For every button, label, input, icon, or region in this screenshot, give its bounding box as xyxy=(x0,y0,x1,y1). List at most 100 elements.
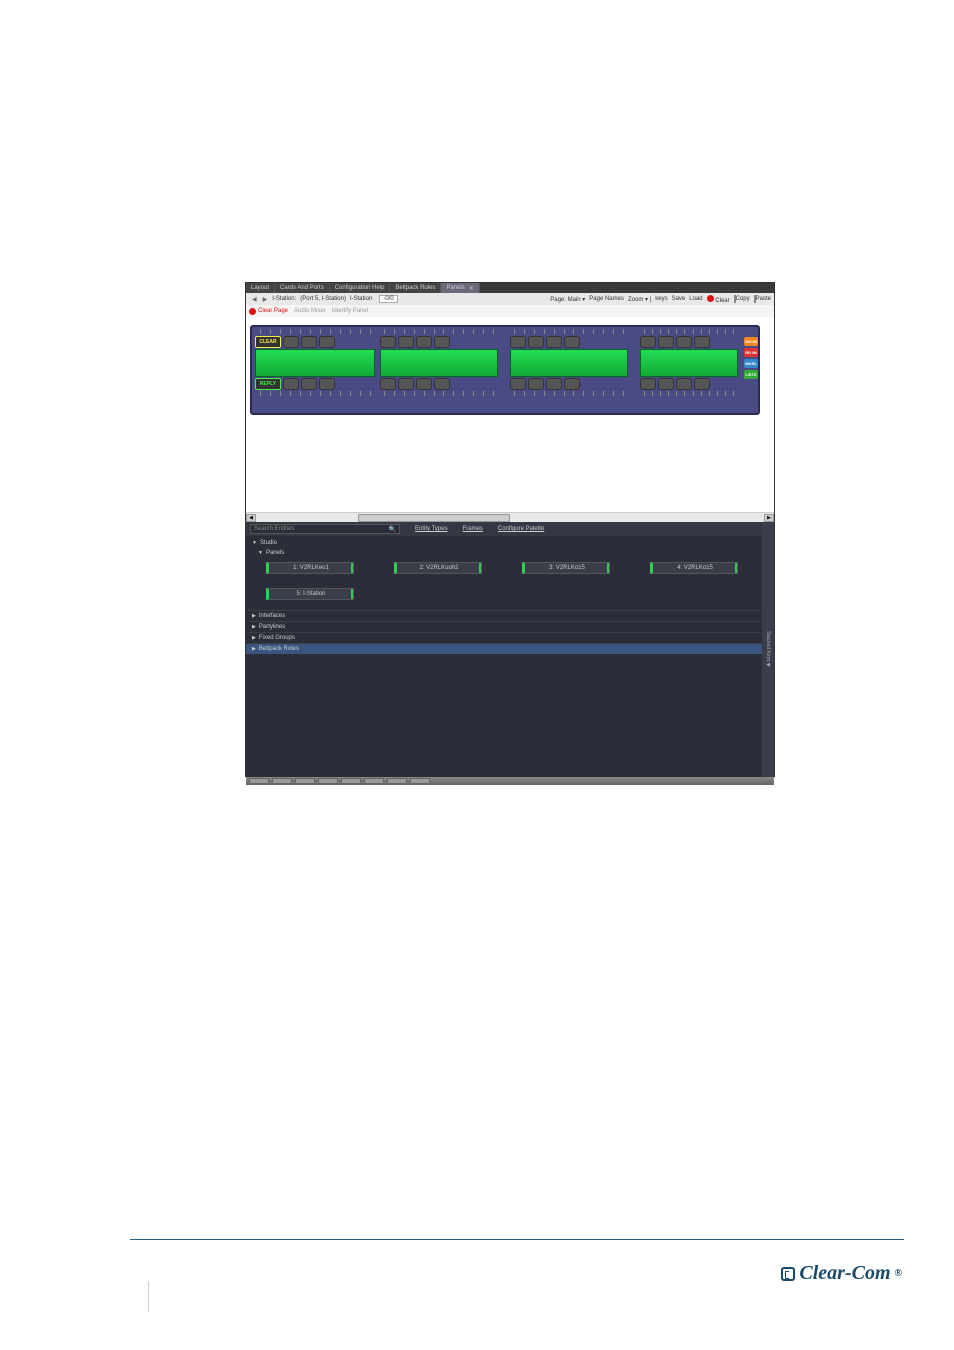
save-button[interactable]: Save xyxy=(672,296,686,302)
tab-beltpack-roles[interactable]: Beltpack Roles xyxy=(390,283,441,293)
panel-key[interactable] xyxy=(416,336,432,348)
tree-label: Fixed Groups xyxy=(259,635,295,641)
panel-key[interactable] xyxy=(676,378,692,390)
panel-key[interactable] xyxy=(380,336,396,348)
scroll-right-arrow[interactable]: ▶ xyxy=(764,514,774,522)
identify-panel-button[interactable]: Identify Panel xyxy=(332,308,368,314)
scroll-thumb[interactable] xyxy=(358,514,510,522)
tree-lower: Interfaces Partylines Fixed Groups Beltp… xyxy=(246,610,762,654)
entity-types-link[interactable]: Entity Types xyxy=(415,526,448,532)
scroll-track[interactable] xyxy=(256,514,764,522)
tab-layout[interactable]: Layout xyxy=(246,283,275,293)
palette-item-5[interactable]: 5: I-Station xyxy=(266,588,354,600)
panel-key[interactable] xyxy=(510,378,526,390)
page-names-menu[interactable]: Page Names xyxy=(589,296,624,302)
zoom-menu[interactable]: Zoom ▾ | xyxy=(628,296,651,303)
tab-config-help[interactable]: Configuration Help xyxy=(330,283,391,293)
page-side-mark xyxy=(148,1282,149,1312)
panel-key[interactable] xyxy=(694,378,710,390)
panel-key[interactable] xyxy=(546,336,562,348)
panel-key[interactable] xyxy=(694,336,710,348)
tree-beltpack-roles[interactable]: Beltpack Roles xyxy=(246,643,762,654)
panel-key[interactable] xyxy=(528,336,544,348)
tree-panels[interactable]: Panels xyxy=(246,548,762,558)
taskbar-button[interactable] xyxy=(249,778,269,784)
reply-key-label[interactable]: REPLY xyxy=(255,378,281,390)
panel-key[interactable] xyxy=(283,336,299,348)
page-index-dropdown[interactable]: - 0/0 xyxy=(379,295,397,303)
panel-key[interactable] xyxy=(434,336,450,348)
configure-palette-link[interactable]: Configure Palette xyxy=(498,526,544,532)
tick-marks xyxy=(255,329,375,335)
tree-studio[interactable]: Studio xyxy=(246,538,762,548)
breadcrumb-item-2[interactable]: (Port 5, I-Station) xyxy=(298,296,348,302)
palette-item-3[interactable]: 3: V2RLKo15 xyxy=(522,562,610,574)
palette-item-2[interactable]: 2: V2RLKuoh2 xyxy=(394,562,482,574)
search-input[interactable]: Search Entities 🔍 xyxy=(250,524,400,534)
taskbar-button[interactable] xyxy=(364,778,384,784)
caret-right-icon xyxy=(252,646,256,652)
panel-key[interactable] xyxy=(301,378,317,390)
copy-button[interactable]: Copy xyxy=(734,296,750,302)
stacked-keys-tab[interactable]: Stacked Keys ◀ xyxy=(762,522,774,777)
clear-button[interactable]: Clear xyxy=(707,295,730,304)
palette-item-1[interactable]: 1: V2RLKeo1 xyxy=(266,562,354,574)
audio-mixer-button[interactable]: Audio Mixer xyxy=(294,308,326,314)
taskbar-button[interactable] xyxy=(295,778,315,784)
tick-marks xyxy=(640,329,738,335)
panel-key[interactable] xyxy=(380,378,396,390)
panel-key[interactable] xyxy=(658,336,674,348)
panel-canvas[interactable]: CLEAR REPLY xyxy=(246,317,774,522)
panel-key[interactable] xyxy=(510,336,526,348)
taskbar-button[interactable] xyxy=(318,778,338,784)
breadcrumb-item-3[interactable]: I-Station xyxy=(348,296,374,302)
panel-key[interactable] xyxy=(676,336,692,348)
right-menu: Page: Main ▾ Page Names Zoom ▾ | keys Sa… xyxy=(550,295,771,304)
frames-link[interactable]: Frames xyxy=(463,526,483,532)
panel-key[interactable] xyxy=(283,378,299,390)
panel-key[interactable] xyxy=(301,336,317,348)
panel-key[interactable] xyxy=(564,336,580,348)
nav-forward-button[interactable]: ▶ xyxy=(260,296,271,303)
load-button[interactable]: Load xyxy=(689,296,702,302)
clear-page-button[interactable]: Clear Page xyxy=(249,308,288,315)
panel-key[interactable] xyxy=(398,378,414,390)
gm-mi-button[interactable]: GM MI xyxy=(744,337,758,346)
page-main-menu[interactable]: Page: Main ▾ xyxy=(550,296,585,303)
nav-back-button[interactable]: ◀ xyxy=(249,296,260,303)
lcd-screen xyxy=(640,349,738,377)
close-icon[interactable]: ✕ xyxy=(469,285,474,292)
rd-mi-button[interactable]: RD MI xyxy=(744,348,758,357)
tree-fixed-groups[interactable]: Fixed Groups xyxy=(246,632,762,643)
keys-menu[interactable]: keys xyxy=(655,296,667,302)
tree-interfaces[interactable]: Interfaces xyxy=(246,610,762,621)
panel-key[interactable] xyxy=(398,336,414,348)
panel-key[interactable] xyxy=(319,378,335,390)
scroll-left-arrow[interactable]: ◀ xyxy=(246,514,256,522)
taskbar-button[interactable] xyxy=(341,778,361,784)
tabs-bar: Layout Cards And Ports Configuration Hel… xyxy=(246,283,774,293)
taskbar-button[interactable] xyxy=(387,778,407,784)
breadcrumb-item-1[interactable]: I-Station: xyxy=(270,296,298,302)
tab-panels[interactable]: Panels ✕ xyxy=(441,283,479,293)
palette-item-4[interactable]: 4: V2RLKo15 xyxy=(650,562,738,574)
panel-key[interactable] xyxy=(564,378,580,390)
clear-key-label[interactable]: CLEAR xyxy=(255,336,281,348)
tab-cards-ports[interactable]: Cards And Ports xyxy=(275,283,330,293)
panel-key[interactable] xyxy=(546,378,562,390)
panel-key[interactable] xyxy=(640,378,656,390)
liste-button[interactable]: LISTE xyxy=(744,370,758,379)
taskbar-button[interactable] xyxy=(410,778,430,784)
tree-partylines[interactable]: Partylines xyxy=(246,621,762,632)
panel-key[interactable] xyxy=(319,336,335,348)
paste-button[interactable]: Paste xyxy=(754,296,771,302)
bottom-panel: Search Entities 🔍 Entity Types Frames Co… xyxy=(246,522,774,777)
horizontal-scrollbar[interactable]: ◀ ▶ xyxy=(246,512,774,522)
panel-key[interactable] xyxy=(640,336,656,348)
panel-key[interactable] xyxy=(528,378,544,390)
mkrl-button[interactable]: MKRL xyxy=(744,359,758,368)
panel-key[interactable] xyxy=(658,378,674,390)
panel-key[interactable] xyxy=(434,378,450,390)
panel-key[interactable] xyxy=(416,378,432,390)
taskbar-button[interactable] xyxy=(272,778,292,784)
